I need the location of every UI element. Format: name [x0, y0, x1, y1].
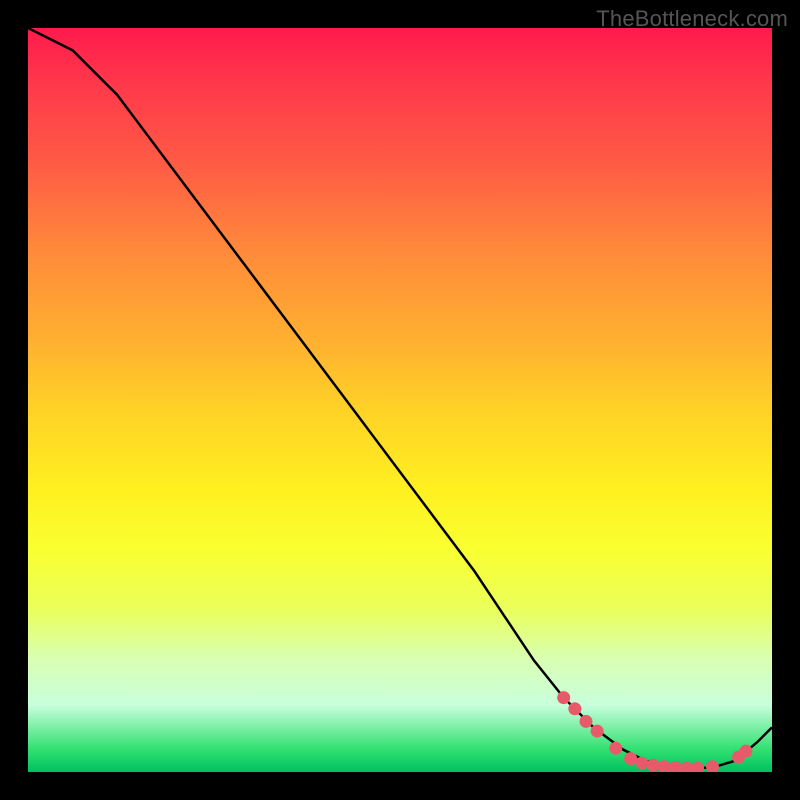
chart-svg: [28, 28, 772, 772]
chart-marker: [591, 725, 604, 738]
chart-marker: [635, 757, 648, 770]
chart-marker: [706, 760, 719, 772]
chart-marker: [609, 742, 622, 755]
chart-marker: [568, 702, 581, 715]
chart-marker: [669, 761, 682, 772]
watermark-text: TheBottleneck.com: [596, 6, 788, 32]
chart-marker: [580, 715, 593, 728]
chart-marker: [658, 760, 671, 772]
chart-marker: [557, 691, 570, 704]
chart-marker: [739, 745, 752, 758]
chart-marker: [624, 752, 637, 765]
chart-marker: [646, 759, 659, 772]
chart-curve: [28, 28, 772, 768]
chart-marker: [680, 762, 693, 772]
chart-plot-area: [28, 28, 772, 772]
chart-marker: [691, 762, 704, 772]
chart-markers: [557, 691, 752, 772]
